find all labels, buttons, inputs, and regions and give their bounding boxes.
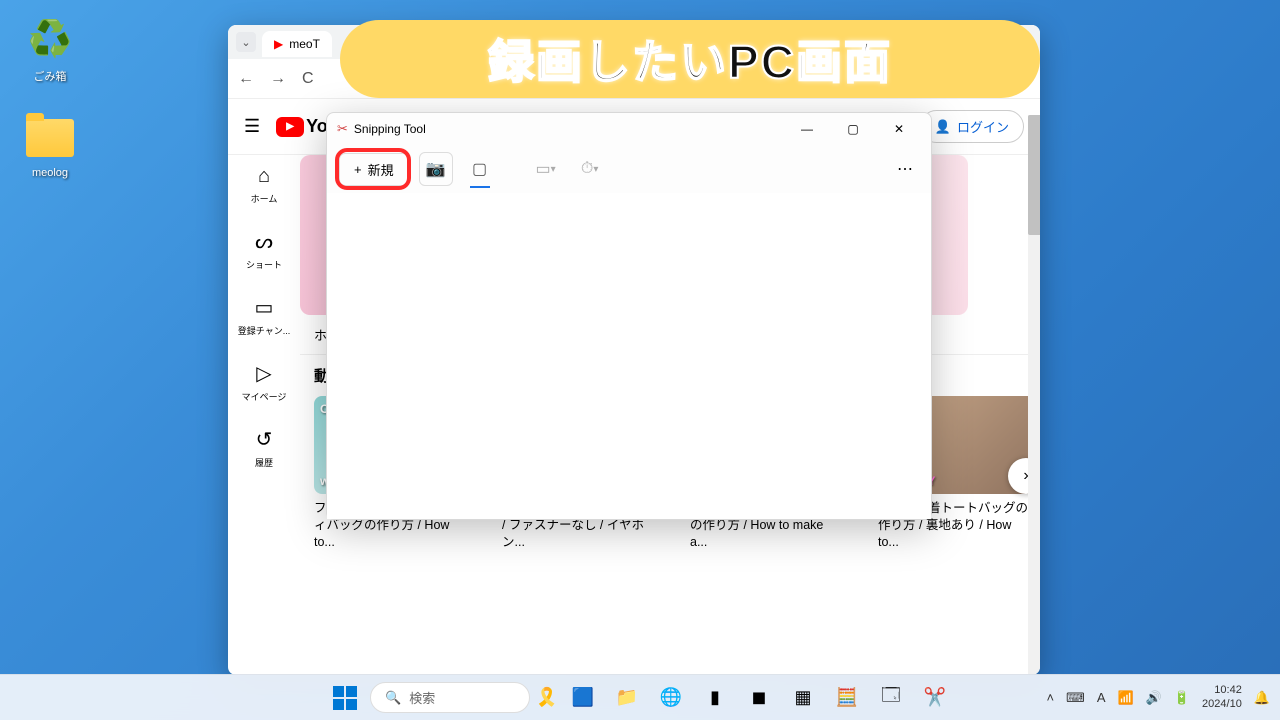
tray-volume-icon[interactable]: 🔊 xyxy=(1146,690,1162,706)
browser-tab[interactable]: ▶ meoT xyxy=(262,31,332,57)
taskbar-app-3[interactable]: ▦ xyxy=(784,679,822,717)
snipping-titlebar[interactable]: ✂ Snipping Tool — ▢ ✕ xyxy=(327,113,931,145)
taskbar-screen-tools[interactable]: 🗔 xyxy=(872,679,910,717)
history-icon: ↺ xyxy=(256,427,273,452)
tab-list-button[interactable]: ⌄ xyxy=(236,32,256,52)
sidebar-item-home[interactable]: ⌂ホーム xyxy=(251,165,278,205)
taskbar-ribbon[interactable]: 🎗️ xyxy=(536,687,558,709)
snipping-tool-window: ✂ Snipping Tool — ▢ ✕ + 新規 📷 ▢ ▭▾ ⏱▾ ⋯ xyxy=(326,112,932,520)
camera-icon: 📷 xyxy=(426,159,446,179)
sidebar-item-library[interactable]: ▷マイページ xyxy=(242,361,287,403)
desktop-icons: ♻️ ごみ箱 meolog xyxy=(15,15,85,209)
login-button[interactable]: 👤 ログイン xyxy=(920,110,1024,143)
screenshot-mode-button[interactable]: 📷 xyxy=(419,152,453,186)
search-icon: 🔍 xyxy=(385,690,401,706)
scrollbar-thumb[interactable] xyxy=(1028,115,1040,235)
library-icon: ▷ xyxy=(256,361,271,386)
sidebar-item-subscriptions[interactable]: ▭登録チャン... xyxy=(238,295,290,337)
windows-icon xyxy=(333,686,357,710)
taskbar-snipping[interactable]: ✂️ xyxy=(916,679,954,717)
new-snip-button[interactable]: + 新規 xyxy=(339,153,409,186)
annotation-banner: 録画したいPC画面 xyxy=(340,20,1040,98)
hamburger-menu[interactable]: ☰ xyxy=(244,116,260,137)
shorts-icon: ᔕ xyxy=(255,229,273,254)
taskbar-app-1[interactable]: ▮ xyxy=(696,679,734,717)
taskbar-explorer[interactable]: 📁 xyxy=(608,679,646,717)
maximize-button[interactable]: ▢ xyxy=(831,115,875,143)
back-button[interactable]: ← xyxy=(238,70,254,88)
taskbar-center: 🔍 検索 🎗️ 🟦 📁 🌐 ▮ ◼ ▦ 🧮 🗔 ✂️ xyxy=(326,679,954,717)
minimize-button[interactable]: — xyxy=(785,115,829,143)
tray-lang-icon[interactable]: A xyxy=(1097,690,1106,705)
taskbar-calculator[interactable]: 🧮 xyxy=(828,679,866,717)
sidebar-item-history[interactable]: ↺履歴 xyxy=(255,427,273,469)
recycle-icon: ♻️ xyxy=(26,15,74,63)
recycle-label: ごみ箱 xyxy=(34,68,67,84)
taskbar-edge[interactable]: 🌐 xyxy=(652,679,690,717)
plus-icon: + xyxy=(354,162,362,177)
sidebar-item-shorts[interactable]: ᔕショート xyxy=(246,229,282,271)
snipping-app-icon: ✂ xyxy=(337,121,348,137)
taskbar-app-2[interactable]: ◼ xyxy=(740,679,778,717)
chevron-down-icon: ▾ xyxy=(593,164,598,175)
tray-ime-icon[interactable]: ⌨ xyxy=(1066,690,1085,706)
recycle-bin[interactable]: ♻️ ごみ箱 xyxy=(15,15,85,84)
subscriptions-icon: ▭ xyxy=(255,295,274,320)
more-options-button[interactable]: ⋯ xyxy=(891,153,919,185)
youtube-play-icon: ▶ xyxy=(276,117,304,137)
snipping-canvas xyxy=(327,193,931,519)
tray-battery-icon[interactable]: 🔋 xyxy=(1174,690,1190,706)
taskbar-tray: ˄ ⌨ A 📶 🔊 🔋 10:42 2024/10 🔔 xyxy=(1046,684,1270,712)
video-icon: ▢ xyxy=(472,159,487,179)
scrollbar[interactable] xyxy=(1028,115,1040,675)
tray-chevron[interactable]: ˄ xyxy=(1046,690,1054,705)
taskbar: 🔍 検索 🎗️ 🟦 📁 🌐 ▮ ◼ ▦ 🧮 🗔 ✂️ ˄ ⌨ A 📶 🔊 🔋 1… xyxy=(0,674,1280,720)
record-mode-button[interactable]: ▢ xyxy=(463,152,497,186)
taskbar-copilot[interactable]: 🟦 xyxy=(564,679,602,717)
tray-wifi-icon[interactable]: 📶 xyxy=(1117,690,1133,706)
user-icon: 👤 xyxy=(935,119,951,135)
notifications-icon[interactable]: 🔔 xyxy=(1254,690,1270,706)
folder-icon xyxy=(26,119,74,157)
start-button[interactable] xyxy=(326,679,364,717)
close-button[interactable]: ✕ xyxy=(877,115,921,143)
chevron-down-icon: ▾ xyxy=(551,164,556,175)
snipping-title: Snipping Tool xyxy=(354,122,426,136)
timer-icon: ⏱ xyxy=(581,160,593,178)
taskbar-search[interactable]: 🔍 検索 xyxy=(370,682,530,713)
youtube-favicon-icon: ▶ xyxy=(274,37,283,51)
rectangle-icon: ▭ xyxy=(536,159,551,179)
forward-button[interactable]: → xyxy=(270,70,286,88)
folder-meolog[interactable]: meolog xyxy=(15,114,85,179)
snip-shape-dropdown[interactable]: ▭▾ xyxy=(529,152,563,186)
folder-label: meolog xyxy=(32,167,68,179)
taskbar-clock[interactable]: 10:42 2024/10 xyxy=(1202,684,1242,712)
home-icon: ⌂ xyxy=(258,165,270,188)
snipping-toolbar: + 新規 📷 ▢ ▭▾ ⏱▾ ⋯ xyxy=(327,145,931,193)
youtube-sidebar: ⌂ホーム ᔕショート ▭登録チャン... ▷マイページ ↺履歴 xyxy=(228,155,300,675)
reload-button[interactable]: C xyxy=(302,70,314,88)
tab-title: meoT xyxy=(289,37,320,51)
delay-dropdown[interactable]: ⏱▾ xyxy=(573,152,607,186)
annotation-text: 録画したいPC画面 xyxy=(488,26,892,92)
